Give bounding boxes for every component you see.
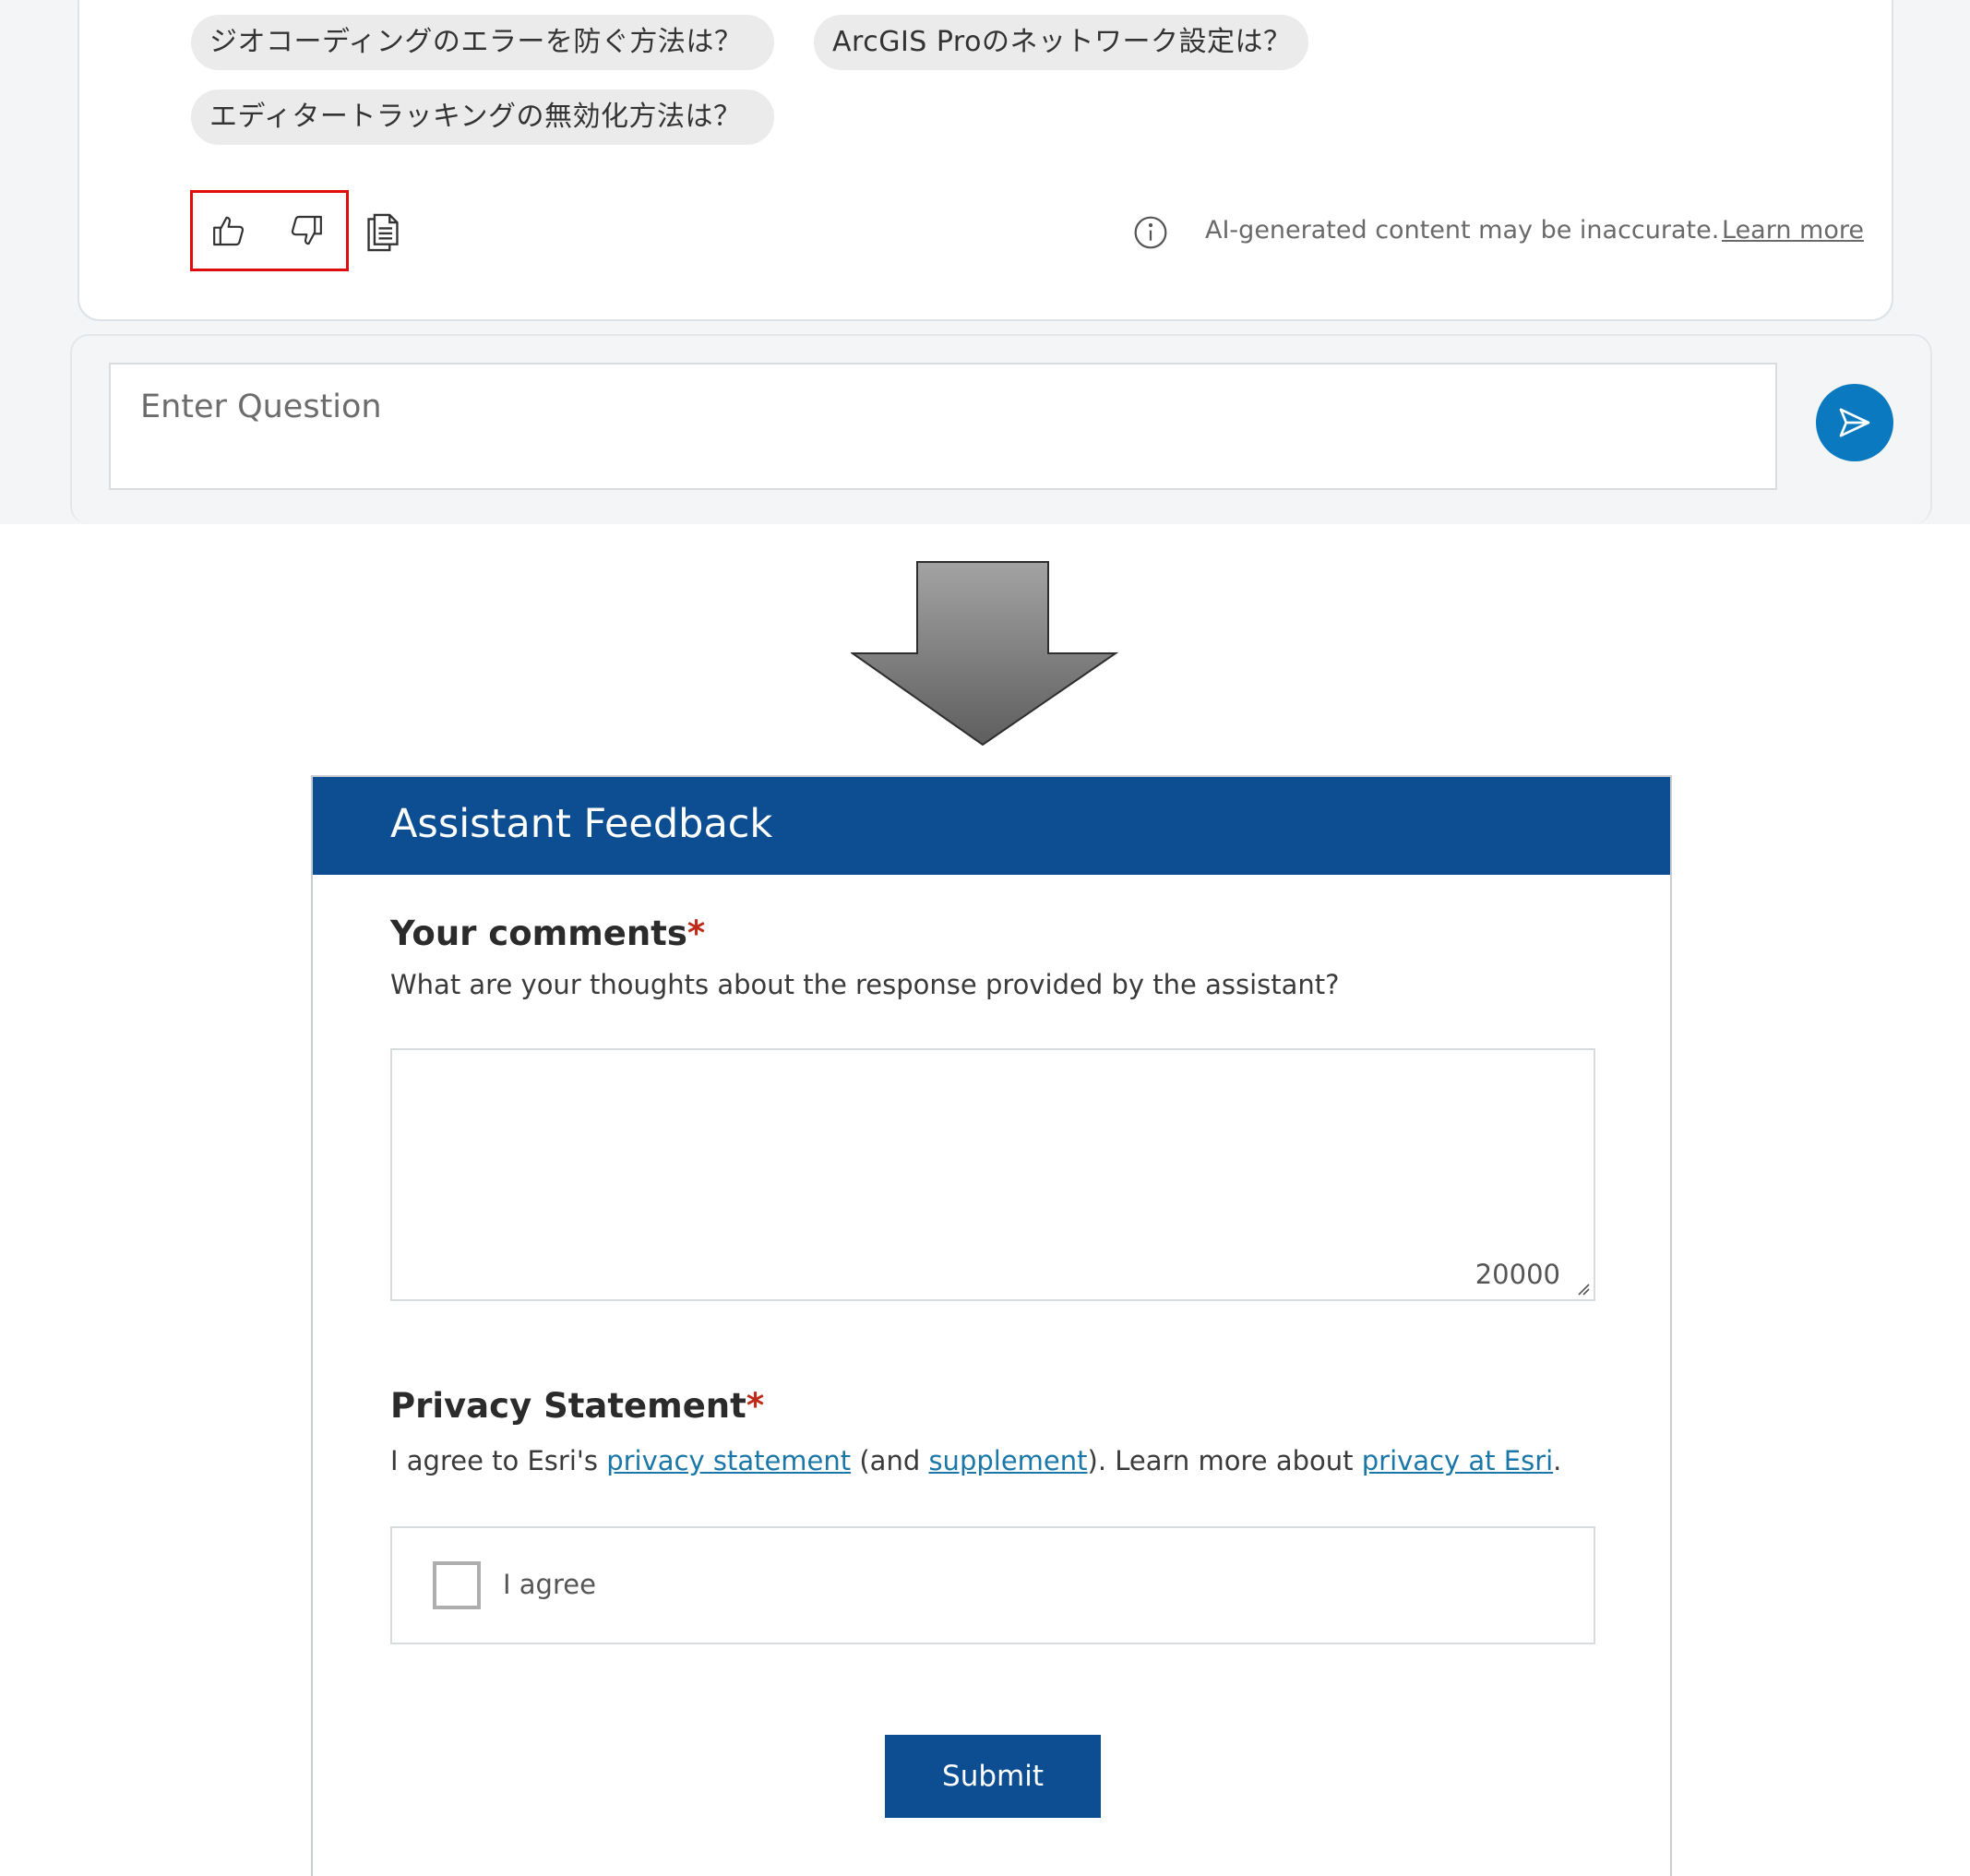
info-icon bbox=[1133, 215, 1168, 250]
dialog-header: Assistant Feedback bbox=[313, 777, 1670, 875]
agree-option-box[interactable]: I agree bbox=[390, 1526, 1595, 1644]
copy-icon[interactable] bbox=[363, 210, 403, 255]
agree-label: I agree bbox=[503, 1569, 596, 1600]
assistant-feedback-dialog: Assistant Feedback Your comments* What a… bbox=[311, 775, 1672, 1876]
down-arrow-icon bbox=[851, 561, 1118, 746]
resize-handle-icon[interactable] bbox=[1575, 1281, 1590, 1296]
send-button[interactable] bbox=[1816, 384, 1893, 461]
thumbs-up-icon[interactable] bbox=[209, 210, 249, 251]
supplement-link[interactable]: supplement bbox=[928, 1445, 1087, 1476]
thumbs-down-icon[interactable] bbox=[286, 210, 327, 251]
chat-area: ジオコーディングのエラーを防ぐ方法は？ ArcGIS Proのネットワーク設定は… bbox=[0, 0, 1970, 524]
comments-textarea[interactable] bbox=[392, 1050, 1594, 1299]
comments-description: What are your thoughts about the respons… bbox=[390, 969, 1340, 1000]
privacy-statement-title: Privacy Statement* bbox=[390, 1386, 765, 1426]
suggestion-chip-editor-tracking[interactable]: エディタートラッキングの無効化方法は？ bbox=[191, 90, 774, 145]
ai-disclaimer-text: AI-generated content may be inaccurate. bbox=[1205, 216, 1720, 245]
privacy-statement-link[interactable]: privacy statement bbox=[606, 1445, 851, 1476]
learn-more-link[interactable]: Learn more bbox=[1722, 216, 1864, 245]
comments-textarea-box: 20000 bbox=[390, 1048, 1595, 1301]
suggestion-chip-geocoding[interactable]: ジオコーディングのエラーを防ぐ方法は？ bbox=[191, 15, 774, 70]
send-icon bbox=[1839, 408, 1870, 437]
required-marker: * bbox=[687, 914, 706, 953]
character-limit-counter: 20000 bbox=[1475, 1259, 1560, 1290]
comments-title: Your comments* bbox=[390, 914, 706, 953]
submit-button[interactable]: Submit bbox=[885, 1735, 1101, 1818]
privacy-at-esri-link[interactable]: privacy at Esri bbox=[1362, 1445, 1553, 1476]
privacy-statement-text: I agree to Esri's privacy statement (and… bbox=[390, 1445, 1562, 1476]
dialog-title: Assistant Feedback bbox=[390, 801, 773, 847]
suggestion-chip-network-settings[interactable]: ArcGIS Proのネットワーク設定は？ bbox=[814, 15, 1308, 70]
required-marker: * bbox=[746, 1386, 765, 1426]
agree-checkbox[interactable] bbox=[433, 1561, 481, 1609]
question-input[interactable] bbox=[109, 363, 1777, 490]
